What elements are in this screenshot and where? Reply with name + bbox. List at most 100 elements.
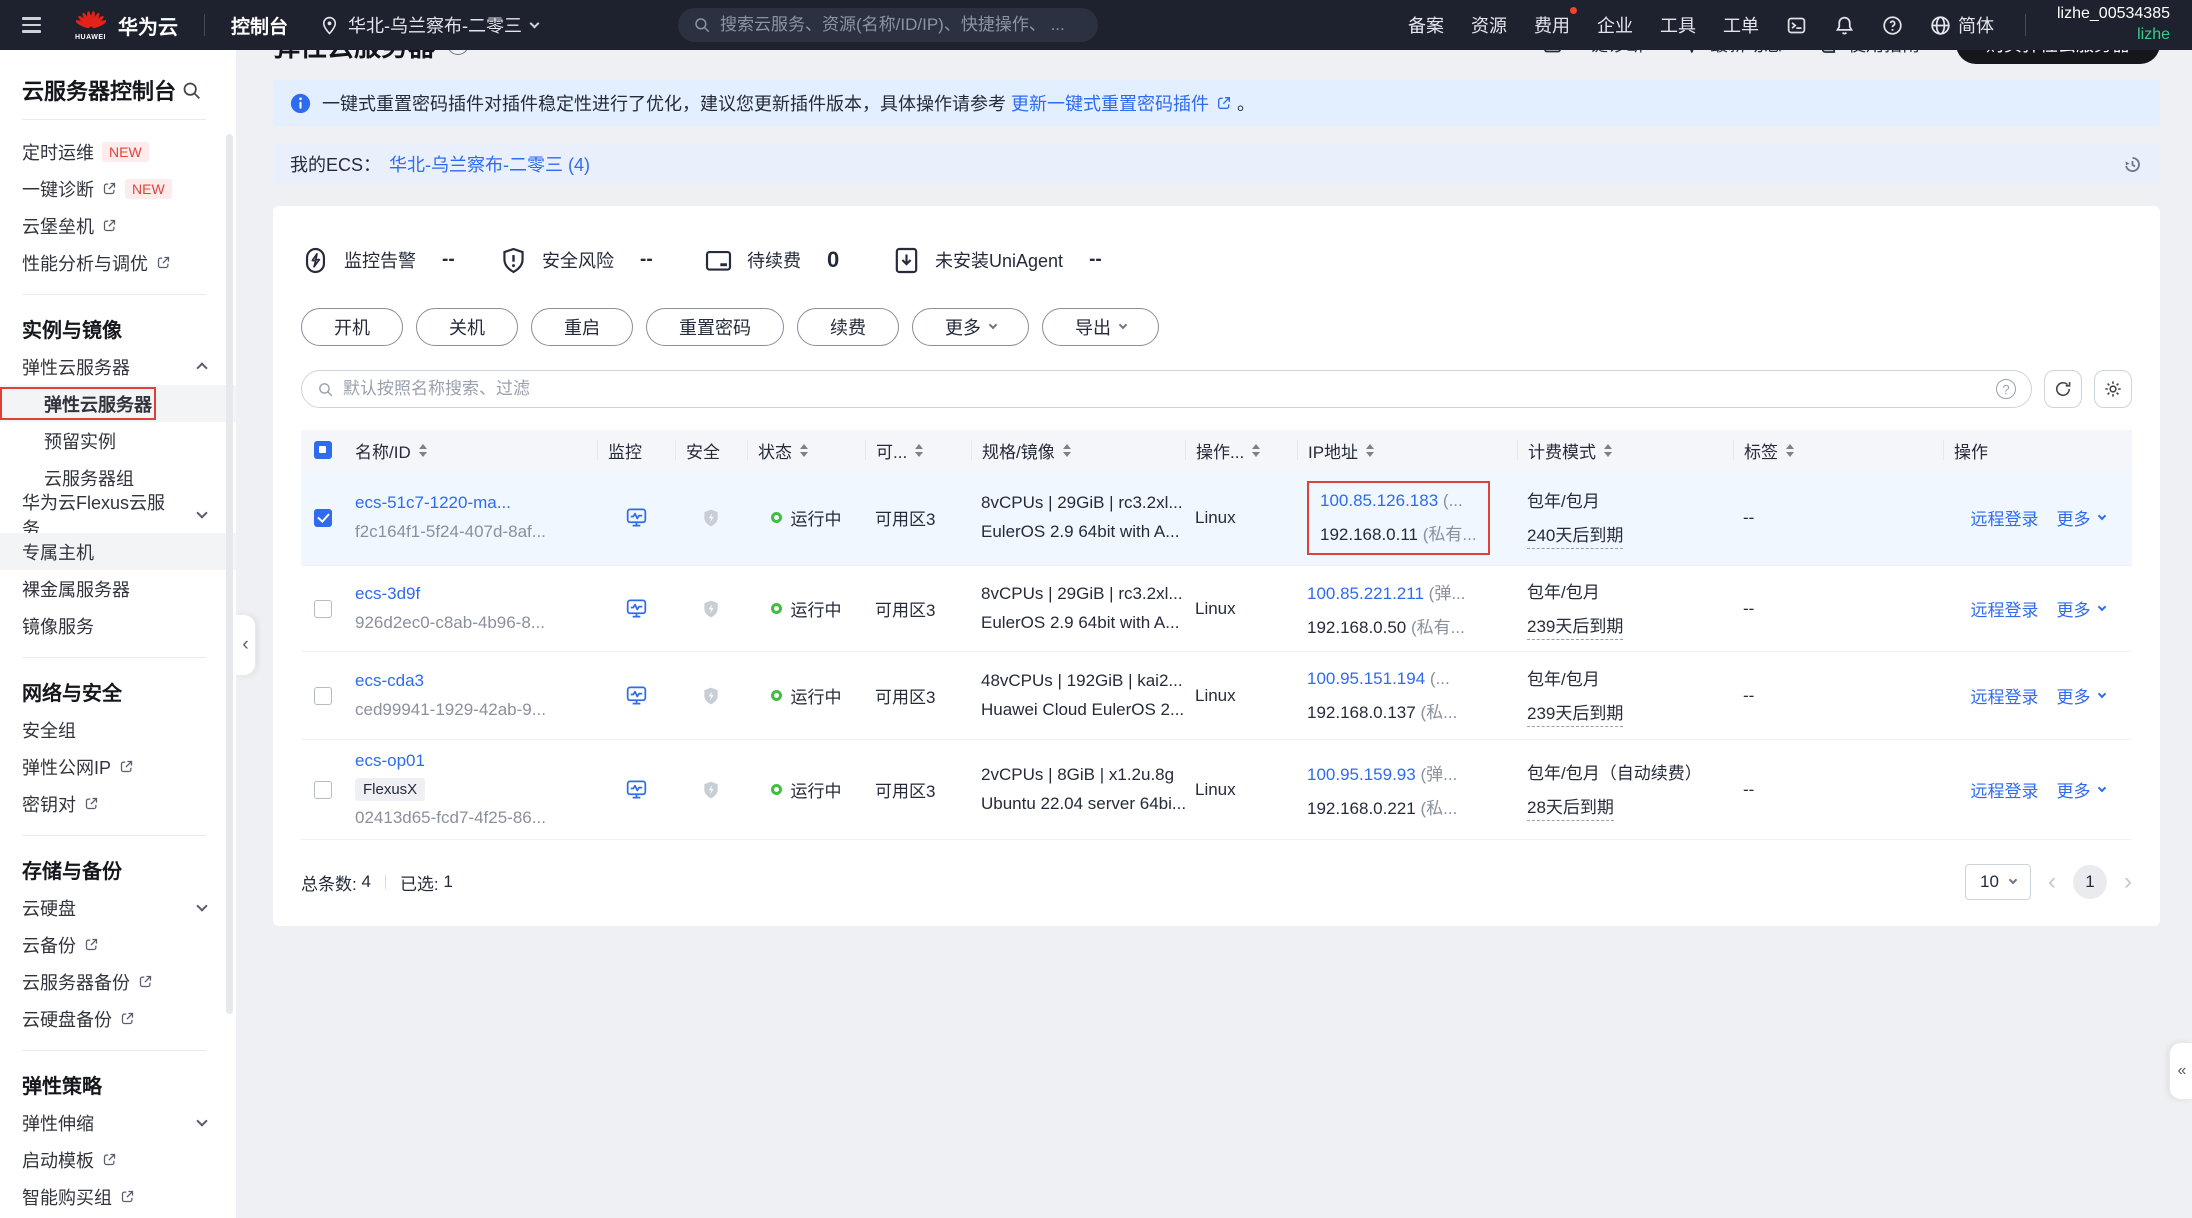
sidebar-item-launch-template[interactable]: 启动模板 — [22, 1141, 236, 1178]
row-more-link[interactable]: 更多 — [2057, 777, 2105, 802]
sidebar-item-reserved-instances[interactable]: 预留实例 — [22, 422, 236, 459]
sidebar-item-timed-ops[interactable]: 定时运维 NEW — [22, 133, 236, 170]
cli-terminal-icon[interactable] — [1786, 15, 1807, 36]
remote-login-link[interactable]: 远程登录 — [1971, 505, 2039, 530]
sort-icon[interactable] — [1786, 444, 1794, 457]
column-header-status[interactable]: 状态 — [747, 440, 865, 460]
sidebar-item-vbs[interactable]: 云硬盘备份 — [22, 1000, 236, 1037]
external-link-icon[interactable] — [1216, 95, 1232, 111]
security-shield-icon[interactable] — [701, 598, 721, 620]
sidebar-item-eip[interactable]: 弹性公网IP — [22, 748, 236, 785]
notification-bell-icon[interactable] — [1834, 15, 1855, 36]
sidebar-item-ims[interactable]: 镜像服务 — [22, 607, 236, 644]
select-all-checkbox[interactable] — [314, 441, 332, 459]
language-switcher[interactable]: 简体 — [1930, 12, 1994, 38]
summary-pending-renewal[interactable]: 待续费 0 — [704, 246, 892, 275]
region-selector[interactable]: 华北-乌兰察布-二零三 — [320, 12, 538, 38]
monitoring-icon[interactable] — [625, 506, 648, 529]
summary-monitor-alarm[interactable]: 监控告警 -- — [301, 246, 499, 275]
table-search-input[interactable] — [343, 379, 1987, 399]
monitoring-icon[interactable] — [625, 597, 648, 620]
server-name-link[interactable]: ecs-3d9f — [355, 584, 587, 604]
page-size-select[interactable]: 10 — [1965, 864, 2031, 900]
menu-enterprise[interactable]: 企业 — [1597, 12, 1633, 38]
sidebar-item-ecs[interactable]: 弹性云服务器 — [0, 385, 236, 422]
stop-button[interactable]: 关机 — [416, 308, 518, 346]
server-name-link[interactable]: ecs-cda3 — [355, 671, 587, 691]
row-more-link[interactable]: 更多 — [2057, 505, 2105, 530]
sidebar-item-auto-scaling[interactable]: 弹性伸缩 — [22, 1104, 236, 1141]
global-search[interactable] — [678, 8, 1098, 42]
menu-billing[interactable]: 费用 — [1534, 12, 1570, 38]
billing-expiry[interactable]: 239天后到期 — [1527, 612, 1623, 640]
menu-ticket[interactable]: 工单 — [1723, 12, 1759, 38]
monitoring-icon[interactable] — [625, 778, 648, 801]
row-checkbox[interactable] — [314, 509, 332, 527]
sidebar-item-cbr[interactable]: 云备份 — [22, 926, 236, 963]
sidebar-scrollbar[interactable] — [226, 134, 233, 1014]
sidebar-item-flexus[interactable]: 华为云Flexus云服务 — [22, 496, 236, 533]
brand-name[interactable]: 华为云 — [118, 11, 178, 40]
banner-link[interactable]: 更新一键式重置密码插件 — [1011, 90, 1209, 116]
row-checkbox[interactable] — [314, 781, 332, 799]
history-refresh-icon[interactable] — [2122, 154, 2143, 175]
sort-icon[interactable] — [1252, 444, 1260, 457]
sidebar-search-icon[interactable] — [181, 80, 202, 101]
security-shield-icon[interactable] — [701, 779, 721, 801]
sidebar-item-cbh[interactable]: 云堡垒机 — [22, 207, 236, 244]
column-header-os[interactable]: 操作... — [1185, 440, 1297, 460]
sidebar-item-one-click-diagnosis[interactable]: 一键诊断 NEW — [22, 170, 236, 207]
global-search-input[interactable] — [720, 15, 1083, 35]
hamburger-menu-icon[interactable] — [22, 17, 41, 32]
next-page-button[interactable]: › — [2124, 870, 2132, 894]
table-search[interactable]: ? — [301, 370, 2032, 408]
export-button[interactable]: 导出 — [1042, 308, 1159, 346]
sort-icon[interactable] — [419, 444, 427, 457]
search-help-icon[interactable]: ? — [1996, 379, 2016, 399]
current-page[interactable]: 1 — [2073, 865, 2107, 899]
sidebar-item-profiling[interactable]: 性能分析与调优 — [22, 244, 236, 281]
summary-security-risk[interactable]: 安全风险 -- — [499, 246, 704, 275]
row-more-link[interactable]: 更多 — [2057, 683, 2105, 708]
start-button[interactable]: 开机 — [301, 308, 403, 346]
eip-link[interactable]: 100.95.159.93 — [1307, 765, 1416, 784]
column-header-billing[interactable]: 计费模式 — [1517, 440, 1733, 460]
table-settings-button[interactable] — [2094, 370, 2132, 408]
summary-uniagent[interactable]: 未安装UniAgent -- — [892, 246, 1102, 275]
column-header-name[interactable]: 名称/ID — [345, 440, 597, 460]
sort-icon[interactable] — [1604, 444, 1612, 457]
sidebar-item-bms[interactable]: 裸金属服务器 — [22, 570, 236, 607]
menu-tools[interactable]: 工具 — [1660, 12, 1696, 38]
column-header-az[interactable]: 可... — [865, 440, 971, 460]
account-menu[interactable]: lizhe_00534385 lizhe — [2057, 4, 2170, 46]
row-checkbox[interactable] — [314, 600, 332, 618]
sort-icon[interactable] — [1366, 444, 1374, 457]
billing-expiry[interactable]: 239天后到期 — [1527, 699, 1623, 727]
row-checkbox[interactable] — [314, 687, 332, 705]
reset-password-button[interactable]: 重置密码 — [646, 308, 784, 346]
sidebar-collapse-handle[interactable]: ‹ — [236, 614, 256, 676]
billing-expiry[interactable]: 240天后到期 — [1527, 521, 1623, 549]
table-row[interactable]: ecs-op01 FlexusX 02413d65-fcd7-4f25-86..… — [301, 740, 2132, 840]
server-name-link[interactable]: ecs-op01 — [355, 751, 587, 771]
server-name-link[interactable]: ecs-51c7-1220-ma... — [355, 493, 587, 513]
restart-button[interactable]: 重启 — [531, 308, 633, 346]
sidebar-item-security-groups[interactable]: 安全组 — [22, 711, 236, 748]
renew-button[interactable]: 续费 — [797, 308, 899, 346]
column-header-ip[interactable]: IP地址 — [1297, 440, 1517, 460]
eip-link[interactable]: 100.85.221.211 — [1307, 584, 1424, 603]
right-panel-handle[interactable]: « — [2169, 1042, 2192, 1100]
prev-page-button[interactable]: ‹ — [2048, 870, 2056, 894]
eip-link[interactable]: 100.95.151.194 — [1307, 669, 1425, 688]
refresh-button[interactable] — [2044, 370, 2082, 408]
sidebar-item-keypair[interactable]: 密钥对 — [22, 785, 236, 822]
sort-icon[interactable] — [800, 444, 808, 457]
table-row[interactable]: ecs-51c7-1220-ma... f2c164f1-5f24-407d-8… — [301, 470, 2132, 566]
column-header-tag[interactable]: 标签 — [1733, 440, 1943, 460]
sidebar-item-ecs-group[interactable]: 弹性云服务器 — [22, 348, 236, 385]
remote-login-link[interactable]: 远程登录 — [1971, 777, 2039, 802]
help-question-icon[interactable] — [1882, 15, 1903, 36]
sidebar-item-dedicated-host[interactable]: 专属主机 — [0, 533, 236, 570]
sidebar-item-csbs[interactable]: 云服务器备份 — [22, 963, 236, 1000]
sort-icon[interactable] — [1063, 444, 1071, 457]
